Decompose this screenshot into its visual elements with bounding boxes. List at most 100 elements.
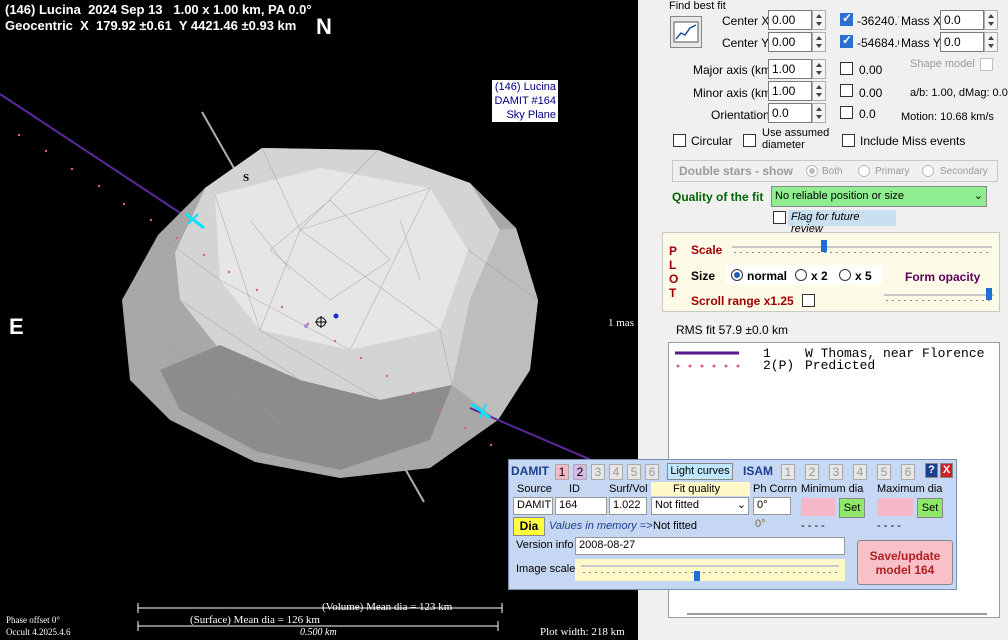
damit-id: DAMIT #164 bbox=[494, 95, 556, 107]
double-secondary-label: Secondary bbox=[940, 166, 988, 177]
light-curves-button[interactable]: Light curves bbox=[667, 463, 733, 480]
size-x2-radio[interactable] bbox=[795, 269, 807, 281]
center-x-spinner[interactable] bbox=[812, 10, 826, 30]
major-axis-label: Major axis (km) bbox=[693, 63, 776, 77]
observer-chord-line-upper bbox=[0, 93, 201, 227]
image-scale-thumb[interactable] bbox=[694, 571, 700, 581]
geometric-center-dot bbox=[304, 324, 308, 328]
surface-diameter-label: (Surface) Mean dia = 126 km bbox=[190, 614, 320, 626]
source-field: DAMIT bbox=[513, 497, 553, 515]
major-axis-spinner[interactable] bbox=[812, 59, 826, 79]
mass-x-input[interactable]: 0.0 bbox=[940, 10, 984, 30]
south-marker: S bbox=[243, 172, 249, 184]
save-update-model-button[interactable]: Save/update model 164 bbox=[857, 540, 953, 585]
size-x2-label: x 2 bbox=[811, 269, 828, 283]
image-scale-slider[interactable] bbox=[575, 559, 845, 581]
isam-tab-6[interactable]: 6 bbox=[901, 464, 915, 480]
isam-tab-1[interactable]: 1 bbox=[781, 464, 795, 480]
rms-fit-label: RMS fit 57.9 ±0.0 km bbox=[676, 323, 788, 337]
shape-model-checkbox[interactable] bbox=[980, 58, 993, 71]
size-label: Size bbox=[691, 269, 716, 283]
mass-y-input[interactable]: 0.0 bbox=[940, 32, 984, 52]
ph-corrn-memory: 0° bbox=[755, 518, 766, 530]
mass-x-spinner[interactable] bbox=[984, 10, 998, 30]
plot-vertical-t: T bbox=[669, 286, 677, 300]
quality-select[interactable]: No reliable position or size ⌄ bbox=[771, 186, 987, 207]
isam-tab-5[interactable]: 5 bbox=[877, 464, 891, 480]
double-both-radio[interactable] bbox=[806, 165, 818, 177]
minor-axis-label: Minor axis (km) bbox=[693, 86, 776, 100]
flag-review-label: Flag for future review bbox=[788, 210, 896, 235]
orientation-spinner[interactable] bbox=[812, 103, 826, 123]
size-x5-radio[interactable] bbox=[839, 269, 851, 281]
damit-tab-1[interactable]: 1 bbox=[555, 464, 569, 480]
motion-label: Motion: 10.68 km/s bbox=[901, 111, 994, 123]
major-axis-checkbox[interactable] bbox=[840, 62, 853, 75]
max-dia-field[interactable] bbox=[877, 498, 913, 516]
damit-tab-6[interactable]: 6 bbox=[645, 464, 659, 480]
circular-checkbox[interactable] bbox=[673, 134, 686, 147]
center-y-spinner[interactable] bbox=[812, 32, 826, 52]
surfvol-field: 1.022 bbox=[609, 497, 647, 515]
center-x-checkbox[interactable] bbox=[840, 11, 853, 26]
dia-button[interactable]: Dia bbox=[513, 517, 545, 536]
isam-tab-2[interactable]: 2 bbox=[805, 464, 819, 480]
flag-review-checkbox[interactable] bbox=[773, 211, 786, 224]
orientation-input[interactable]: 0.0 bbox=[768, 103, 812, 123]
plot-width-label: Plot width: 218 km bbox=[540, 626, 625, 638]
chevron-down-icon: ⌄ bbox=[736, 499, 746, 511]
mas-scale-label: 1 mas bbox=[608, 317, 634, 329]
isam-tab-3[interactable]: 3 bbox=[829, 464, 843, 480]
image-scale-label: Image scale bbox=[516, 563, 576, 575]
minor-axis-input[interactable]: 1.00 bbox=[768, 81, 812, 101]
help-button[interactable]: ? bbox=[925, 463, 938, 478]
find-best-fit-button[interactable] bbox=[670, 16, 702, 48]
circular-label: Circular bbox=[691, 134, 733, 148]
center-y-checkbox[interactable] bbox=[840, 33, 853, 48]
damit-tab-2[interactable]: 2 bbox=[573, 464, 587, 480]
minor-axis-checkbox[interactable] bbox=[840, 84, 853, 97]
double-both-label: Both bbox=[822, 166, 843, 177]
ph-corrn-field[interactable]: 0° bbox=[753, 497, 791, 515]
size-normal-radio[interactable] bbox=[731, 269, 743, 281]
north-label: N bbox=[316, 14, 332, 39]
form-opacity-slider[interactable] bbox=[884, 288, 994, 302]
fit-quality-select[interactable]: Not fitted ⌄ bbox=[651, 497, 749, 515]
orientation-label: Orientation bbox=[711, 108, 770, 122]
center-x-result: -36240.7 bbox=[857, 14, 899, 28]
minor-axis-spinner[interactable] bbox=[812, 81, 826, 101]
use-assumed-diameter-checkbox[interactable] bbox=[743, 134, 756, 147]
scale-label: Scale bbox=[691, 243, 723, 257]
id-label: ID bbox=[569, 483, 580, 495]
double-primary-radio[interactable] bbox=[858, 165, 870, 177]
mass-y-label: Mass Y bbox=[901, 36, 941, 50]
max-dia-set-button[interactable]: Set bbox=[917, 498, 943, 518]
scroll-range-checkbox[interactable] bbox=[802, 294, 815, 307]
center-x-input[interactable]: 0.00 bbox=[768, 10, 812, 30]
center-y-input[interactable]: 0.00 bbox=[768, 32, 812, 52]
include-miss-checkbox[interactable] bbox=[842, 134, 855, 147]
mass-y-spinner[interactable] bbox=[984, 32, 998, 52]
orientation-checkbox[interactable] bbox=[840, 106, 853, 119]
min-dia-set-button[interactable]: Set bbox=[839, 498, 865, 518]
scale-slider-thumb[interactable] bbox=[821, 240, 827, 252]
legend-scrollbar[interactable] bbox=[687, 613, 987, 615]
scale-slider[interactable] bbox=[732, 240, 992, 254]
damit-title: DAMIT bbox=[511, 464, 549, 478]
close-button[interactable]: X bbox=[940, 463, 953, 478]
major-axis-input[interactable]: 1.00 bbox=[768, 59, 812, 79]
isam-tab-4[interactable]: 4 bbox=[853, 464, 867, 480]
orientation-result: 0.0 bbox=[859, 107, 876, 121]
damit-tab-3[interactable]: 3 bbox=[591, 464, 605, 480]
min-dia-field[interactable] bbox=[801, 498, 835, 516]
form-opacity-thumb[interactable] bbox=[986, 288, 992, 300]
plot-vertical-l: L bbox=[669, 258, 677, 272]
object-info-label: (146) Lucina DAMIT #164 Sky Plane bbox=[492, 80, 558, 122]
damit-tab-5[interactable]: 5 bbox=[627, 464, 641, 480]
scroll-range-label: Scroll range x1.25 bbox=[691, 294, 794, 308]
quality-select-value: No reliable position or size bbox=[775, 190, 905, 202]
double-secondary-radio[interactable] bbox=[922, 165, 934, 177]
projection-name: Sky Plane bbox=[506, 109, 556, 121]
damit-tab-4[interactable]: 4 bbox=[609, 464, 623, 480]
plot-title-line2: Geocentric X 179.92 ±0.61 Y 4421.46 ±0.9… bbox=[5, 18, 297, 33]
